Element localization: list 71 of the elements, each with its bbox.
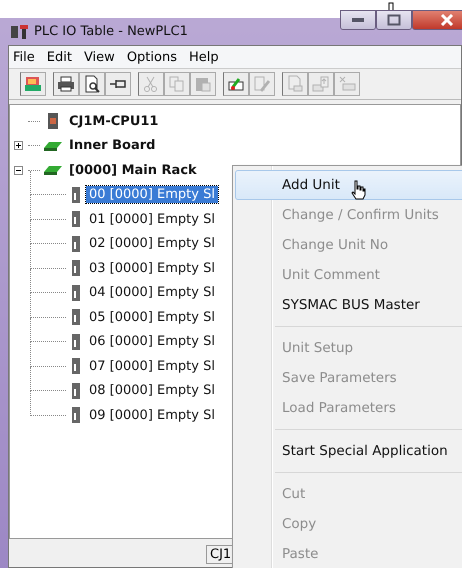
menu-item[interactable]: SYSMAC BUS Master [233, 290, 462, 320]
rack-icon [43, 140, 63, 152]
slot-module-icon [72, 382, 80, 399]
slot-module-icon [72, 334, 80, 350]
toolbar-button[interactable] [223, 72, 249, 96]
slot-module-icon [72, 260, 80, 276]
tree-node[interactable]: 04 [0000] Empty Sl [86, 284, 218, 302]
magnifier-page-icon [83, 75, 101, 93]
toolbar-button[interactable] [79, 72, 105, 96]
tree-node[interactable]: 01 [0000] Empty Sl [86, 210, 218, 228]
tree-line [30, 293, 66, 318]
tree-line [30, 268, 66, 293]
collapse-icon[interactable] [14, 166, 23, 175]
pencil-icon [253, 75, 271, 93]
slot-module-icon [72, 211, 80, 228]
tree-line [30, 391, 66, 416]
menu-item[interactable]: Help [188, 50, 219, 64]
tree-line [28, 145, 40, 146]
tree-node[interactable]: 02 [0000] Empty Sl [86, 235, 218, 252]
slot-module-icon [72, 309, 80, 326]
tree-line [28, 120, 40, 122]
tree-node[interactable]: 09 [0000] Empty Sl [86, 406, 218, 424]
slot-module-icon [72, 186, 80, 203]
printer-icon [57, 75, 75, 93]
document-icon [286, 75, 304, 93]
tree-node[interactable]: Inner Board [66, 137, 158, 154]
tree-line [30, 220, 66, 244]
copy-pages-icon [168, 75, 186, 93]
rack-icon [43, 164, 63, 176]
slot-module-icon [72, 358, 80, 374]
menu-item[interactable]: Edit [46, 50, 72, 64]
slot-module-icon [72, 407, 80, 424]
close-icon [440, 14, 454, 26]
minimize-icon [351, 17, 365, 23]
tree-line [30, 342, 66, 366]
tree-node[interactable]: 05 [0000] Empty Sl [86, 308, 218, 326]
tree-node[interactable]: 00 [0000] Empty Sl [86, 186, 218, 204]
slot-module-icon [72, 236, 80, 252]
module-swap-icon [338, 75, 356, 93]
expand-icon[interactable] [14, 141, 23, 150]
tree-node[interactable]: CJ1M-CPU11 [66, 112, 162, 130]
toolbar-button[interactable] [105, 72, 131, 96]
document-arrow-icon [312, 75, 330, 93]
tree-node[interactable]: 03 [0000] Empty Sl [86, 260, 218, 277]
hand-cursor-icon [350, 180, 366, 200]
window-title: PLC IO Table - NewPLC1 [34, 24, 188, 39]
toolbar-button[interactable] [53, 72, 79, 96]
slot-module-icon [72, 284, 80, 301]
module-arrow-icon [227, 75, 245, 93]
minimize-button[interactable] [340, 10, 376, 30]
maximize-icon [387, 14, 401, 26]
menu-item[interactable]: Add Unit [235, 170, 462, 200]
tree-line [30, 195, 66, 220]
tree-node[interactable]: [0000] Main Rack [66, 162, 200, 179]
menu-item[interactable]: Start Special Application [233, 436, 462, 466]
maximize-button[interactable] [376, 10, 412, 30]
tree-node[interactable]: 06 [0000] Empty Sl [86, 333, 218, 350]
menu-item[interactable]: Options [126, 50, 177, 64]
tree-line [30, 318, 66, 342]
clipboard-icon [194, 75, 212, 93]
plc-icon [10, 24, 30, 40]
tree-line [30, 244, 66, 268]
cps-logo-icon [24, 75, 42, 93]
tree-node[interactable]: 07 [0000] Empty Sl [86, 358, 218, 375]
scissors-icon [142, 75, 160, 93]
cpu-module-icon [47, 113, 59, 130]
tree-node[interactable]: 08 [0000] Empty Sl [86, 382, 218, 400]
menu-item[interactable]: File [13, 50, 35, 64]
tree-line [30, 366, 66, 391]
close-button[interactable] [412, 10, 462, 30]
menu-item[interactable]: View [84, 50, 115, 64]
